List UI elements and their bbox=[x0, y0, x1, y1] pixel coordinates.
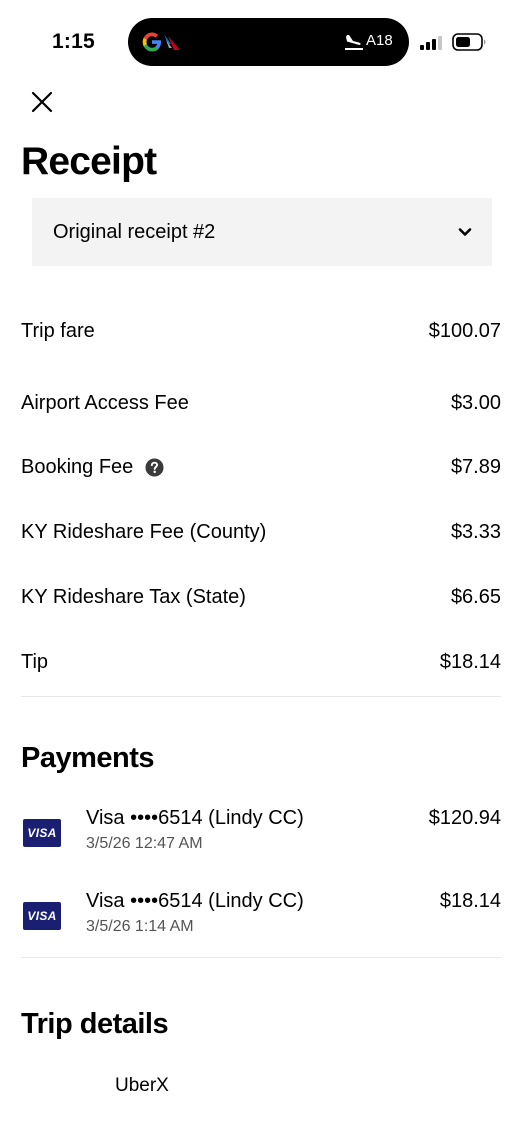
fare-row-booking-fee: Booking Fee $7.89 bbox=[21, 456, 501, 479]
plane-landing-icon bbox=[345, 35, 363, 50]
fare-amount: $3.33 bbox=[450, 521, 501, 543]
receipt-select-value: Original receipt #2 bbox=[53, 220, 216, 243]
fare-row-ky-rideshare-tax: KY Rideshare Tax (State) $6.65 bbox=[21, 586, 501, 609]
divider bbox=[21, 696, 501, 697]
receipt-version-select[interactable]: Original receipt #2 bbox=[32, 198, 492, 266]
divider bbox=[21, 957, 501, 958]
fare-amount: $18.14 bbox=[439, 651, 501, 673]
close-icon bbox=[31, 91, 53, 113]
vehicle-type: UberX bbox=[115, 1075, 169, 1091]
fare-amount: $6.65 bbox=[450, 586, 501, 608]
payment-method-name: Visa ••••6514 (Lindy CC) bbox=[86, 890, 304, 912]
fare-amount: $7.89 bbox=[450, 456, 501, 478]
fare-label: Airport Access Fee bbox=[21, 392, 189, 414]
page-title: Receipt bbox=[21, 140, 157, 183]
payment-row: VISA Visa ••••6514 (Lindy CC) 3/5/26 1:1… bbox=[21, 890, 501, 950]
battery-icon bbox=[452, 33, 486, 51]
fare-label: KY Rideshare Fee (County) bbox=[21, 521, 267, 543]
dynamic-island: A18 bbox=[128, 18, 409, 66]
payment-row: VISA Visa ••••6514 (Lindy CC) 3/5/26 12:… bbox=[21, 807, 501, 867]
fare-row-tip: Tip $18.14 bbox=[21, 651, 501, 674]
fare-amount: $100.07 bbox=[428, 320, 501, 342]
payment-amount: $18.14 bbox=[439, 890, 501, 912]
help-icon[interactable] bbox=[145, 458, 164, 477]
visa-card-icon: VISA bbox=[23, 902, 61, 930]
american-airlines-icon bbox=[164, 34, 180, 50]
google-g-icon bbox=[142, 32, 161, 52]
status-time: 1:15 bbox=[52, 30, 95, 53]
status-bar: 1:15 A18 bbox=[0, 0, 523, 80]
payment-date: 3/5/26 1:14 AM bbox=[86, 918, 194, 935]
fare-row-ky-rideshare-fee: KY Rideshare Fee (County) $3.33 bbox=[21, 521, 501, 544]
fare-label: Tip bbox=[21, 651, 49, 673]
fare-row-airport-access-fee: Airport Access Fee $3.00 bbox=[21, 392, 501, 415]
fare-label: KY Rideshare Tax (State) bbox=[21, 586, 246, 608]
close-button[interactable] bbox=[24, 84, 60, 120]
gate-label: A18 bbox=[366, 32, 393, 49]
fare-amount: $3.00 bbox=[450, 392, 501, 414]
cellular-signal-icon bbox=[420, 36, 442, 50]
trip-details-title: Trip details bbox=[21, 1008, 169, 1040]
payments-title: Payments bbox=[21, 742, 155, 774]
payment-method-name: Visa ••••6514 (Lindy CC) bbox=[86, 807, 304, 829]
payment-date: 3/5/26 12:47 AM bbox=[86, 835, 203, 852]
fare-label: Booking Fee bbox=[21, 456, 134, 478]
fare-label: Trip fare bbox=[21, 320, 95, 342]
visa-card-icon: VISA bbox=[23, 819, 61, 847]
fare-label-wrapper: Booking Fee bbox=[21, 456, 164, 479]
payment-amount: $120.94 bbox=[428, 807, 501, 829]
chevron-down-icon bbox=[458, 228, 472, 236]
fare-row-trip-fare: Trip fare $100.07 bbox=[21, 320, 501, 343]
